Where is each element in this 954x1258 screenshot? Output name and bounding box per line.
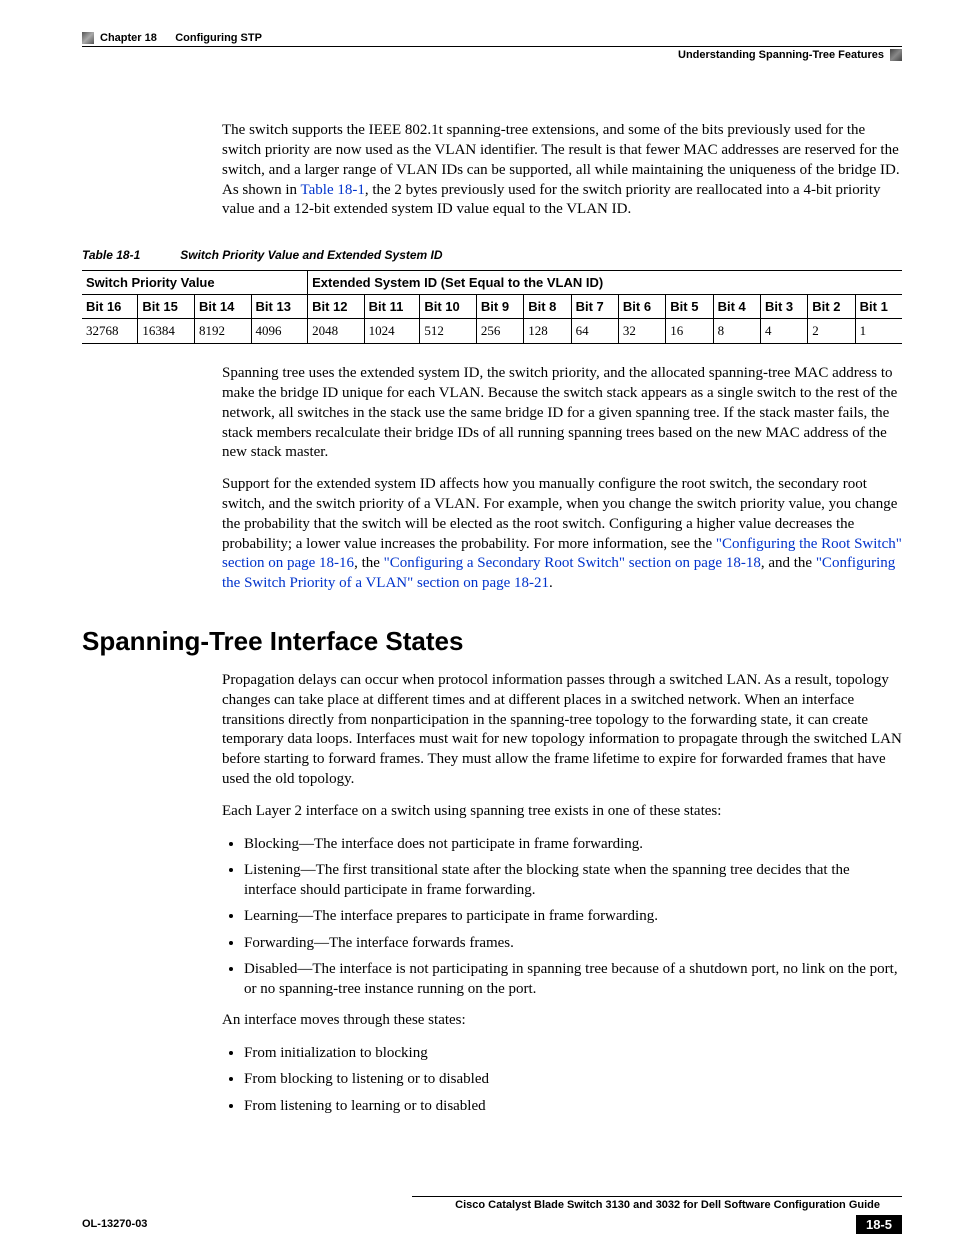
table-col-header: Bit 1 bbox=[855, 295, 902, 319]
table-col-header: Bit 7 bbox=[571, 295, 618, 319]
page-number-badge: 18-5 bbox=[856, 1215, 902, 1234]
table-col-header: Bit 16 bbox=[82, 295, 138, 319]
table-cell: 16384 bbox=[138, 319, 195, 344]
body-paragraph: Propagation delays can occur when protoc… bbox=[222, 671, 902, 790]
table-col-header: Bit 10 bbox=[420, 295, 477, 319]
table-number: Table 18-1 bbox=[82, 248, 140, 262]
list-lead: Each Layer 2 interface on a switch using… bbox=[222, 802, 902, 822]
table-col-header: Bit 13 bbox=[251, 295, 308, 319]
table-group-header: Switch Priority Value bbox=[82, 271, 308, 295]
table-col-header: Bit 2 bbox=[808, 295, 855, 319]
list-item: Listening—The first transitional state a… bbox=[244, 860, 902, 901]
list-item: Forwarding—The interface forwards frames… bbox=[244, 933, 902, 953]
states-list: Blocking—The interface does not particip… bbox=[222, 834, 902, 1000]
body-text: , the bbox=[354, 555, 384, 571]
moves-list: From initialization to blocking From blo… bbox=[222, 1043, 902, 1116]
section-heading: Spanning-Tree Interface States bbox=[82, 626, 902, 657]
table-title: Switch Priority Value and Extended Syste… bbox=[180, 248, 442, 262]
footer-book-title: Cisco Catalyst Blade Switch 3130 and 303… bbox=[82, 1199, 880, 1211]
list-lead: An interface moves through these states: bbox=[222, 1011, 902, 1031]
header-rule bbox=[82, 46, 902, 47]
table-col-header: Bit 3 bbox=[760, 295, 807, 319]
section-label: Understanding Spanning-Tree Features bbox=[678, 49, 884, 61]
table-col-header: Bit 14 bbox=[194, 295, 251, 319]
body-text: , and the bbox=[761, 555, 816, 571]
list-item: From initialization to blocking bbox=[244, 1043, 902, 1063]
table-col-header: Bit 12 bbox=[308, 295, 365, 319]
table-group-header: Extended System ID (Set Equal to the VLA… bbox=[308, 271, 902, 295]
table-cell: 128 bbox=[524, 319, 571, 344]
table-cell: 32768 bbox=[82, 319, 138, 344]
table-col-header: Bit 9 bbox=[476, 295, 523, 319]
table-col-header: Bit 5 bbox=[666, 295, 713, 319]
table-cell: 2048 bbox=[308, 319, 365, 344]
table-cell: 512 bbox=[420, 319, 477, 344]
table-cell: 8 bbox=[713, 319, 760, 344]
priority-table: Switch Priority Value Extended System ID… bbox=[82, 270, 902, 344]
table-col-header: Bit 4 bbox=[713, 295, 760, 319]
table-caption: Table 18-1 Switch Priority Value and Exte… bbox=[82, 248, 902, 262]
table-col-header: Bit 11 bbox=[364, 295, 420, 319]
list-item: From blocking to listening or to disable… bbox=[244, 1069, 902, 1089]
table-cell: 4096 bbox=[251, 319, 308, 344]
page-header: Chapter 18 Configuring STP bbox=[82, 32, 902, 44]
table-cell: 2 bbox=[808, 319, 855, 344]
list-item: Blocking—The interface does not particip… bbox=[244, 834, 902, 854]
header-accent-icon bbox=[890, 49, 902, 61]
xref-link[interactable]: "Configuring a Secondary Root Switch" se… bbox=[384, 555, 761, 571]
body-paragraph: Spanning tree uses the extended system I… bbox=[222, 364, 902, 463]
chapter-label: Chapter 18 Configuring STP bbox=[100, 32, 262, 44]
list-item: Disabled—The interface is not participat… bbox=[244, 959, 902, 1000]
table-cell: 64 bbox=[571, 319, 618, 344]
table-col-header: Bit 8 bbox=[524, 295, 571, 319]
page-footer: Cisco Catalyst Blade Switch 3130 and 303… bbox=[82, 1196, 902, 1234]
table-cell: 1024 bbox=[364, 319, 420, 344]
table-cell: 1 bbox=[855, 319, 902, 344]
intro-paragraph: The switch supports the IEEE 802.1t span… bbox=[222, 121, 902, 220]
table-ref-link[interactable]: Table 18-1 bbox=[301, 182, 365, 198]
table-cell: 16 bbox=[666, 319, 713, 344]
list-item: From listening to learning or to disable… bbox=[244, 1096, 902, 1116]
table-cell: 256 bbox=[476, 319, 523, 344]
list-item: Learning—The interface prepares to parti… bbox=[244, 906, 902, 926]
header-accent-icon bbox=[82, 32, 94, 44]
table-cell: 32 bbox=[618, 319, 665, 344]
body-paragraph: Support for the extended system ID affec… bbox=[222, 475, 902, 594]
table-cell: 8192 bbox=[194, 319, 251, 344]
table-col-header: Bit 6 bbox=[618, 295, 665, 319]
footer-doc-id: OL-13270-03 bbox=[82, 1218, 147, 1230]
table-col-header: Bit 15 bbox=[138, 295, 195, 319]
body-text: . bbox=[549, 575, 553, 591]
table-cell: 4 bbox=[760, 319, 807, 344]
